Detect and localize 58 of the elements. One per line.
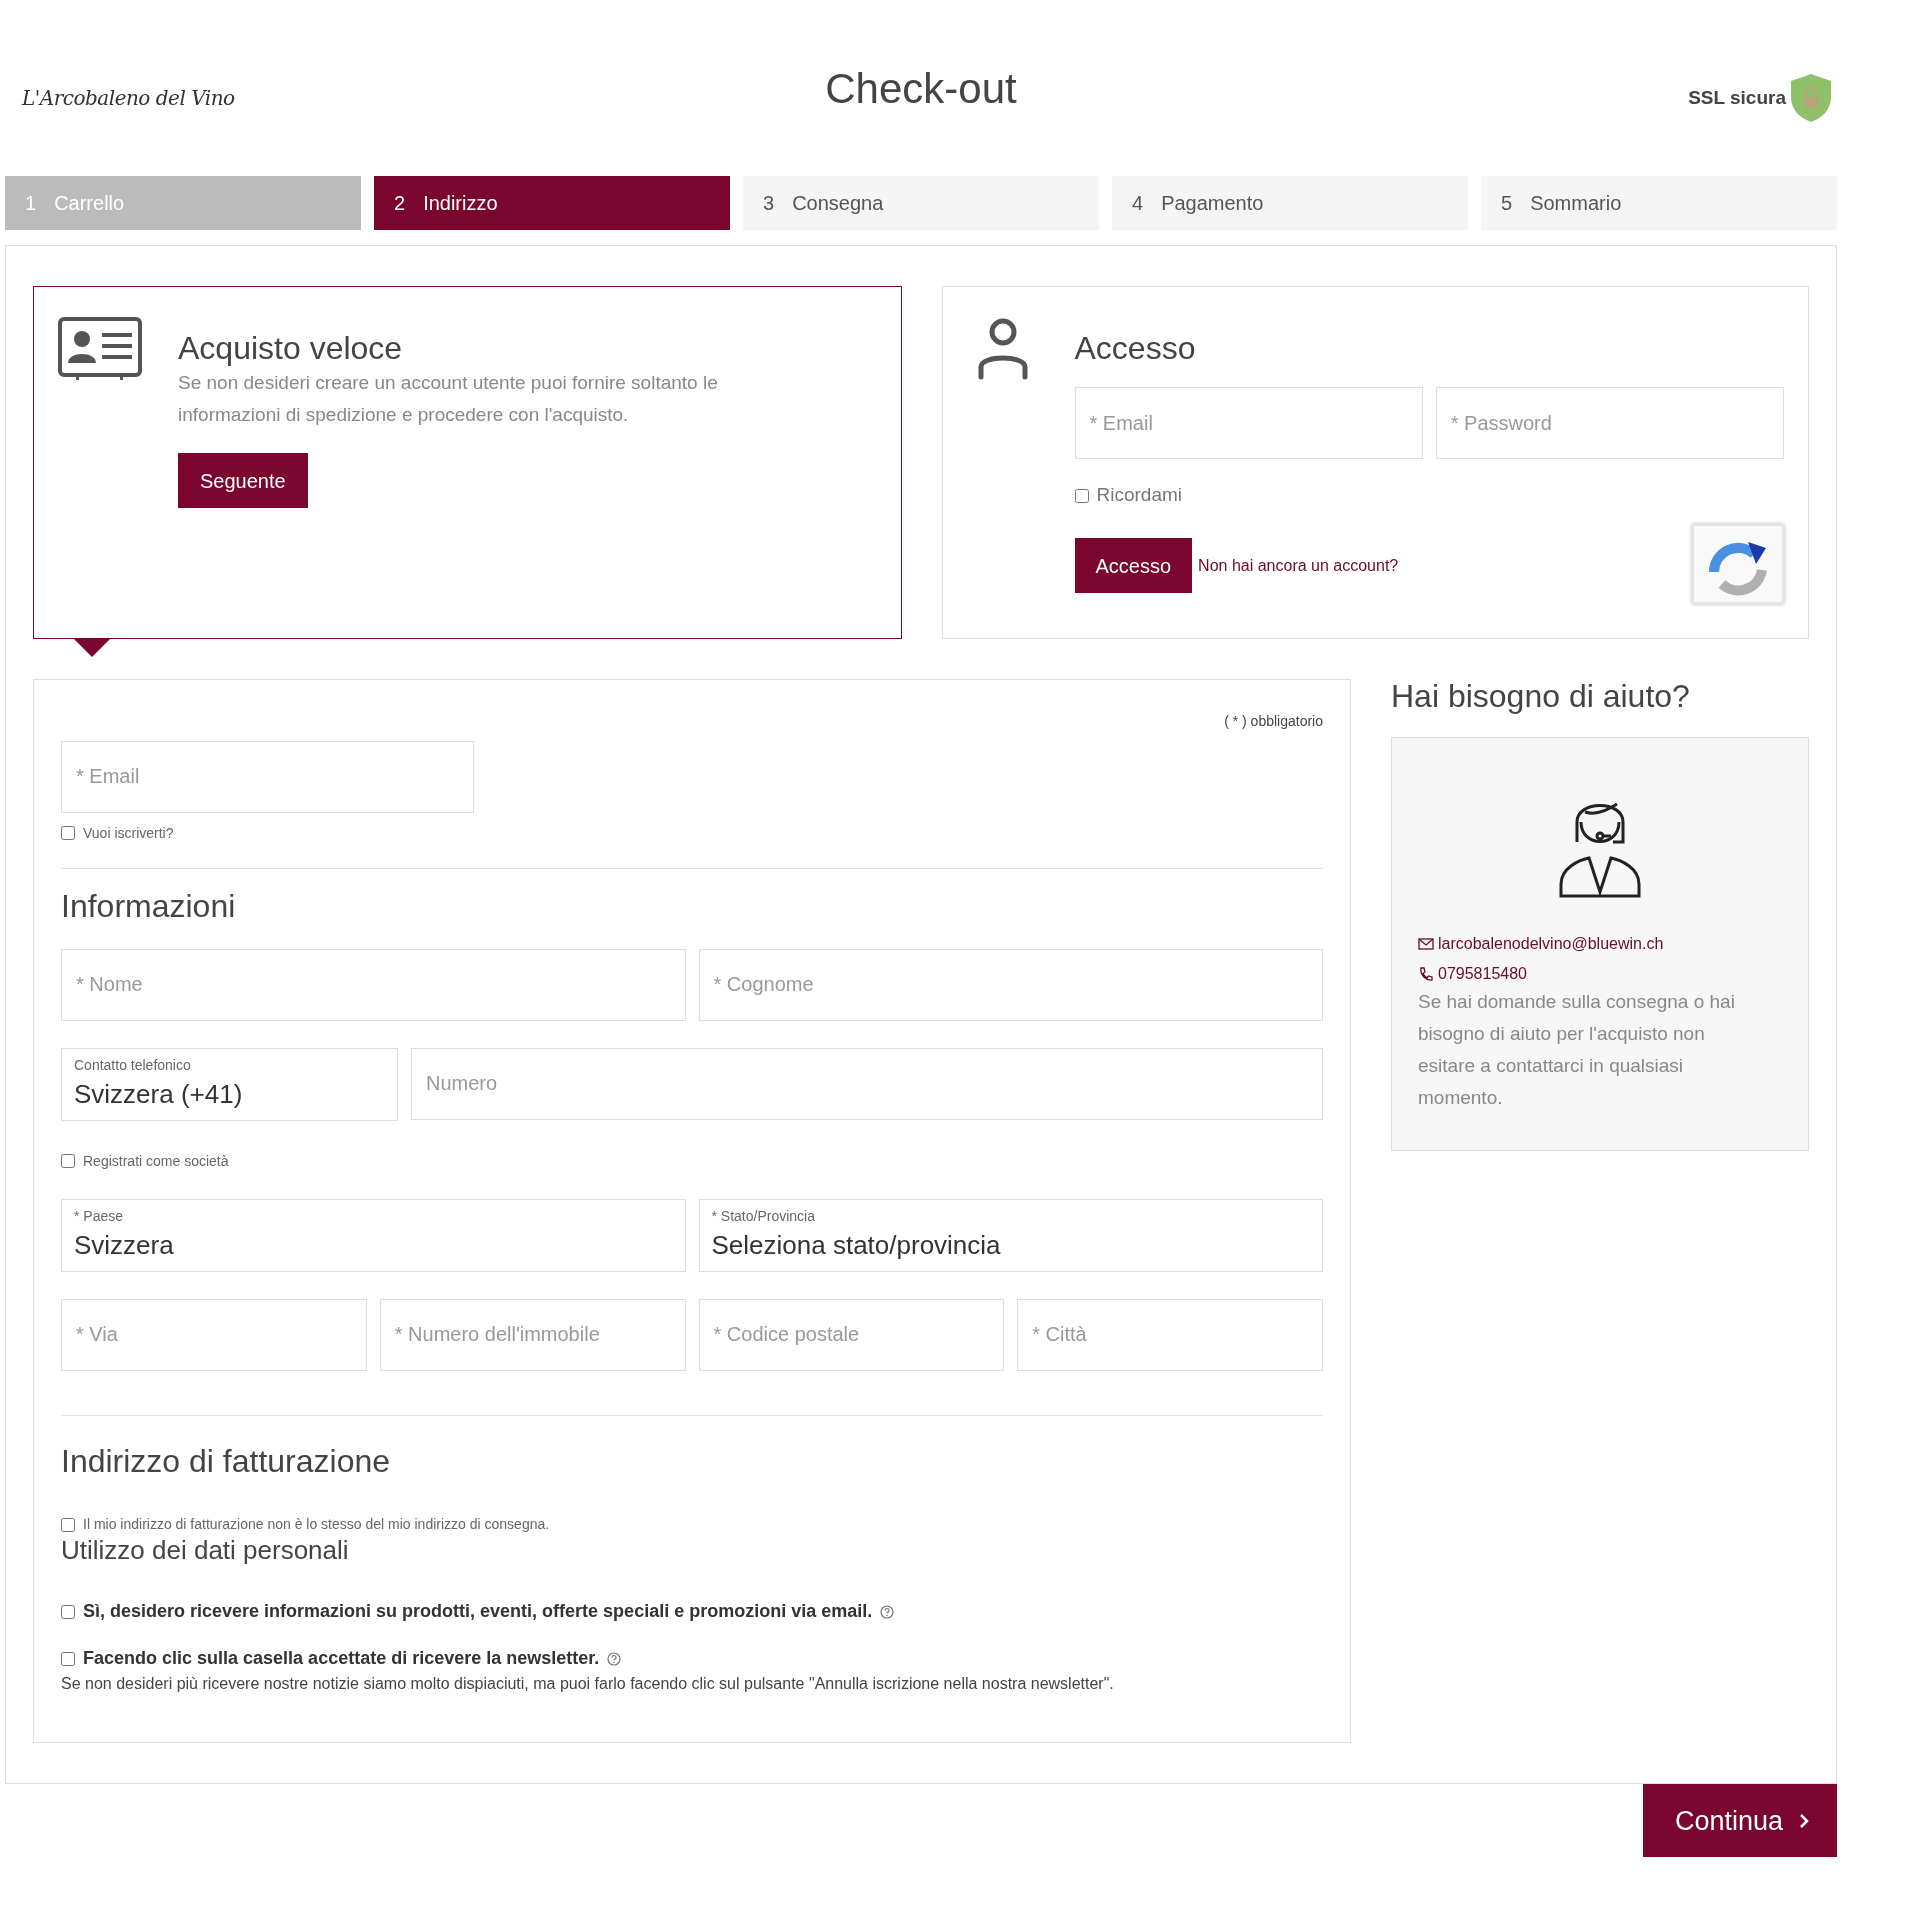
privacy-note: Se non desideri più ricevere nostre notizie siamo molto dispiaciuti, ma puoi farlo facendo clic sul pulsante "Annulla iscrizione nella nostra newsletter".: [61, 1674, 1115, 1695]
login-button[interactable]: Accesso: [1074, 538, 1193, 594]
select-field[interactable]: Contatto telefonico Svizzera (+41): [61, 1047, 398, 1121]
shield-lock-icon: [1790, 73, 1832, 123]
password-field[interactable]: * Password: [1435, 387, 1784, 460]
select-field[interactable]: * Paese Svizzera: [61, 1198, 686, 1272]
input-field[interactable]: Numero: [411, 1047, 1323, 1120]
card-title: Accesso: [1074, 329, 1197, 368]
help-title: Hai bisogno di aiuto?: [1391, 677, 1691, 716]
email-field[interactable]: * Email: [1074, 387, 1423, 460]
page-title: Check-out: [825, 63, 1017, 114]
help-icon: [880, 1604, 895, 1619]
ssl-label: SSL sicura: [1688, 85, 1786, 110]
help-text: Se hai domande sulla consegna o hai bisogno di aiuto per l'acquisto non esitare a contattarci in qualsiasi momento.: [1418, 990, 1736, 1111]
input-field[interactable]: * Codice postale: [698, 1298, 1005, 1371]
help-icon: [607, 1651, 622, 1666]
checkbox[interactable]: [61, 1154, 75, 1169]
checkbox[interactable]: [61, 1517, 75, 1532]
checkbox-label: Sì, desidero ricevere informazioni su prodotti, eventi, offerte speciali e promozioni via email.: [83, 1600, 873, 1624]
selection-pointer: [74, 639, 110, 657]
step-tab[interactable]: 5 Sommario: [1481, 176, 1837, 230]
checkbox-label: Vuoi iscriverti?: [83, 823, 174, 843]
chevron-right-icon: [1799, 1812, 1809, 1829]
card-description: Se non desideri creare un account utente puoi fornire soltanto le informazioni di spedizione e procedere con l'acquisto.: [178, 371, 719, 428]
checkbox-label: Facendo clic sulla casella accettate di ricevere la newsletter.: [83, 1647, 600, 1671]
recaptcha-icon: [1692, 523, 1784, 604]
logo[interactable]: L'Arcobaleno del Vino: [22, 83, 235, 113]
checkbox-label: Il mio indirizzo di fatturazione non è lo stesso del mio indirizzo di consegna.: [83, 1515, 550, 1535]
continue-button[interactable]: Continua: [1642, 1784, 1837, 1858]
section-title: Informazioni: [61, 886, 237, 925]
select-field[interactable]: * Stato/Provincia Seleziona stato/provincia: [698, 1198, 1323, 1272]
register-link[interactable]: Non hai ancora un account?: [1198, 553, 1399, 578]
email-link[interactable]: larcobalenodelvino@bluewin.ch: [1438, 932, 1664, 957]
checkbox-label: Registrati come società: [83, 1151, 229, 1171]
checkbox[interactable]: [1074, 488, 1089, 503]
next-button[interactable]: Seguente: [178, 453, 308, 509]
email-field[interactable]: * Email: [61, 740, 474, 813]
input-field[interactable]: * Numero dell'immobile: [379, 1298, 686, 1371]
phone-link[interactable]: 0795815480: [1438, 962, 1527, 987]
input-field[interactable]: * Via: [61, 1298, 367, 1371]
input-field[interactable]: * Città: [1017, 1298, 1323, 1371]
section-title: Indirizzo di fatturazione: [61, 1441, 392, 1481]
checkbox[interactable]: [61, 1604, 75, 1619]
required-note: ( * ) obbligatorio: [1224, 713, 1323, 729]
input-field[interactable]: * Nome: [61, 948, 686, 1021]
card-title: Acquisto veloce: [178, 329, 403, 368]
input-field[interactable]: * Cognome: [698, 948, 1323, 1021]
user-icon: [977, 317, 1028, 381]
phone-icon: [1418, 966, 1434, 983]
checkbox[interactable]: [61, 826, 75, 840]
step-tab[interactable]: 3 Consegna: [743, 176, 1099, 230]
mail-icon: [1418, 938, 1434, 951]
step-tab[interactable]: 4 Pagamento: [1112, 176, 1468, 230]
checkbox-label: Ricordami: [1096, 483, 1183, 508]
checkbox[interactable]: [61, 1651, 75, 1666]
id-card-icon: [58, 317, 142, 381]
section-title: Utilizzo dei dati personali: [61, 1535, 350, 1567]
step-tab[interactable]: 2 Indirizzo: [374, 176, 730, 230]
